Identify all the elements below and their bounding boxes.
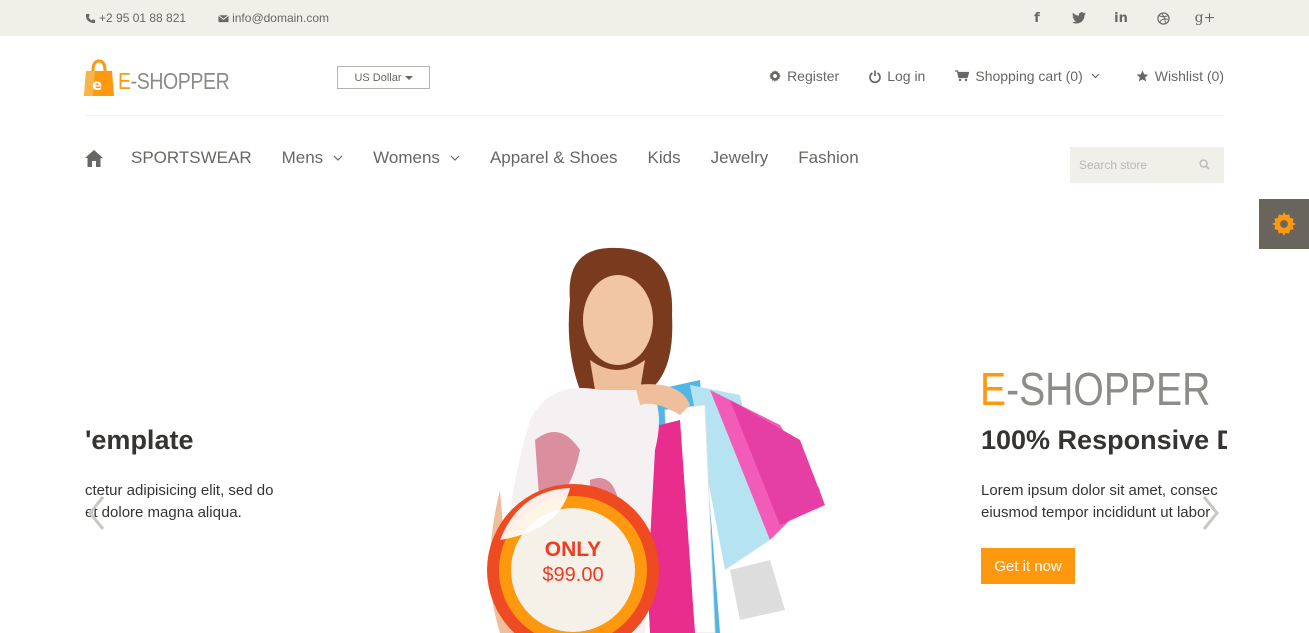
shopping-bag-icon: e <box>84 57 114 96</box>
brand-letter-e: E <box>980 363 1007 415</box>
slide-title: 100% Responsive D <box>981 425 1227 455</box>
linkedin-glyph: in <box>1114 10 1128 26</box>
slide-title: 'emplate <box>85 425 194 455</box>
star-icon <box>1136 70 1149 81</box>
twitter-icon[interactable] <box>1071 10 1087 26</box>
gear-icon <box>769 70 782 82</box>
price-badge: ONLY $99.00 <box>503 538 643 588</box>
shopping-cart-link[interactable]: Shopping cart (0) <box>955 68 1105 84</box>
main-nav: SPORTSWEAR Mens Womens Apparel & Shoes K… <box>85 145 889 171</box>
nav-item-fashion[interactable]: Fashion <box>798 148 858 168</box>
chevron-down-icon <box>450 155 460 161</box>
dribbble-glyph <box>1156 11 1170 25</box>
dribbble-icon[interactable] <box>1155 10 1171 26</box>
badge-price: $99.00 <box>542 564 604 586</box>
power-icon <box>869 70 882 83</box>
top-bar: +2 95 01 88 821 info@domain.com f in g+ <box>0 0 1309 36</box>
badge-only: ONLY <box>544 538 602 561</box>
slide-text-line: Lorem ipsum dolor sit amet, consec <box>981 482 1218 499</box>
brand-rest: -SHOPPER <box>1006 363 1211 415</box>
carousel-prev-button[interactable] <box>86 493 106 533</box>
nav-label: Womens <box>373 148 440 167</box>
home-link[interactable] <box>85 149 103 167</box>
home-icon <box>85 149 103 167</box>
google-plus-glyph: g+ <box>1194 10 1216 26</box>
nav-item-apparel-shoes[interactable]: Apparel & Shoes <box>490 148 618 168</box>
nav-label: Apparel & Shoes <box>489 148 618 167</box>
contact-info: +2 95 01 88 821 info@domain.com <box>85 0 361 36</box>
cart-icon <box>955 70 970 82</box>
nav-label: Mens <box>281 148 324 167</box>
phone-number: +2 95 01 88 821 <box>99 11 187 25</box>
header-divider <box>85 115 1224 116</box>
settings-tab[interactable] <box>1259 199 1309 249</box>
search-box <box>1070 147 1224 183</box>
facebook-glyph: f <box>1034 10 1040 26</box>
search-icon[interactable] <box>1199 159 1210 170</box>
logo-rest: -SHOPPER <box>130 67 230 94</box>
twitter-glyph <box>1072 12 1086 24</box>
linkedin-icon[interactable]: in <box>1113 10 1129 26</box>
nav-item-sportswear[interactable]: SPORTSWEAR <box>131 148 252 168</box>
search-input[interactable] <box>1070 158 1190 172</box>
nav-item-jewelry[interactable]: Jewelry <box>711 148 769 168</box>
wishlist-link[interactable]: Wishlist (0) <box>1136 68 1224 84</box>
register-label: Register <box>787 68 840 84</box>
slide-text-line: eiusmod tempor incididunt ut labor <box>981 504 1211 521</box>
chevron-down-icon <box>1091 73 1100 79</box>
logo-text: E-SHOPPER <box>118 67 230 95</box>
user-menu: Register Log in Shopping cart (0) Wishli… <box>739 66 1224 86</box>
facebook-icon[interactable]: f <box>1029 10 1045 26</box>
logo[interactable]: e E-SHOPPER <box>84 56 249 96</box>
register-link[interactable]: Register <box>769 68 839 84</box>
envelope-icon <box>218 14 229 22</box>
chevron-right-icon <box>1202 496 1219 530</box>
email-contact[interactable]: info@domain.com <box>218 11 329 25</box>
bag-letter: e <box>92 76 102 94</box>
nav-label: Fashion <box>798 148 859 167</box>
gear-icon <box>1272 212 1296 236</box>
login-label: Log in <box>887 68 926 84</box>
nav-label: SPORTSWEAR <box>131 148 252 167</box>
caret-down-icon <box>404 75 413 80</box>
nav-item-mens[interactable]: Mens <box>282 148 344 168</box>
nav-item-kids[interactable]: Kids <box>648 148 681 168</box>
phone-contact[interactable]: +2 95 01 88 821 <box>85 11 186 25</box>
wishlist-label: Wishlist (0) <box>1154 68 1224 84</box>
login-link[interactable]: Log in <box>869 68 925 84</box>
chevron-down-icon <box>333 155 343 161</box>
currency-dropdown[interactable]: US Dollar <box>337 66 430 89</box>
nav-label: Jewelry <box>710 148 769 167</box>
get-it-now-button[interactable]: Get it now <box>981 548 1075 584</box>
chevron-left-icon <box>88 496 105 530</box>
social-links: f in g+ <box>1029 0 1216 36</box>
shopping-cart-label: Shopping cart (0) <box>975 68 1083 84</box>
carousel-next-button[interactable] <box>1201 493 1221 533</box>
slide-description: Lorem ipsum dolor sit amet, consec eiusm… <box>981 480 1227 524</box>
email-address: info@domain.com <box>232 11 329 25</box>
slide-description: ctetur adipisicing elit, sed do et dolor… <box>85 480 273 524</box>
nav-label: Kids <box>647 148 681 167</box>
slide-text-line: et dolore magna aliqua. <box>85 504 242 521</box>
currency-label: US Dollar <box>354 71 402 84</box>
nav-item-womens[interactable]: Womens <box>373 148 460 168</box>
google-plus-icon[interactable]: g+ <box>1194 10 1216 26</box>
slide-text-line: ctetur adipisicing elit, sed do <box>85 482 274 499</box>
logo-letter-e: E <box>118 67 131 94</box>
phone-icon <box>85 13 96 23</box>
slide-brand: E-SHOPPER <box>980 362 1210 416</box>
